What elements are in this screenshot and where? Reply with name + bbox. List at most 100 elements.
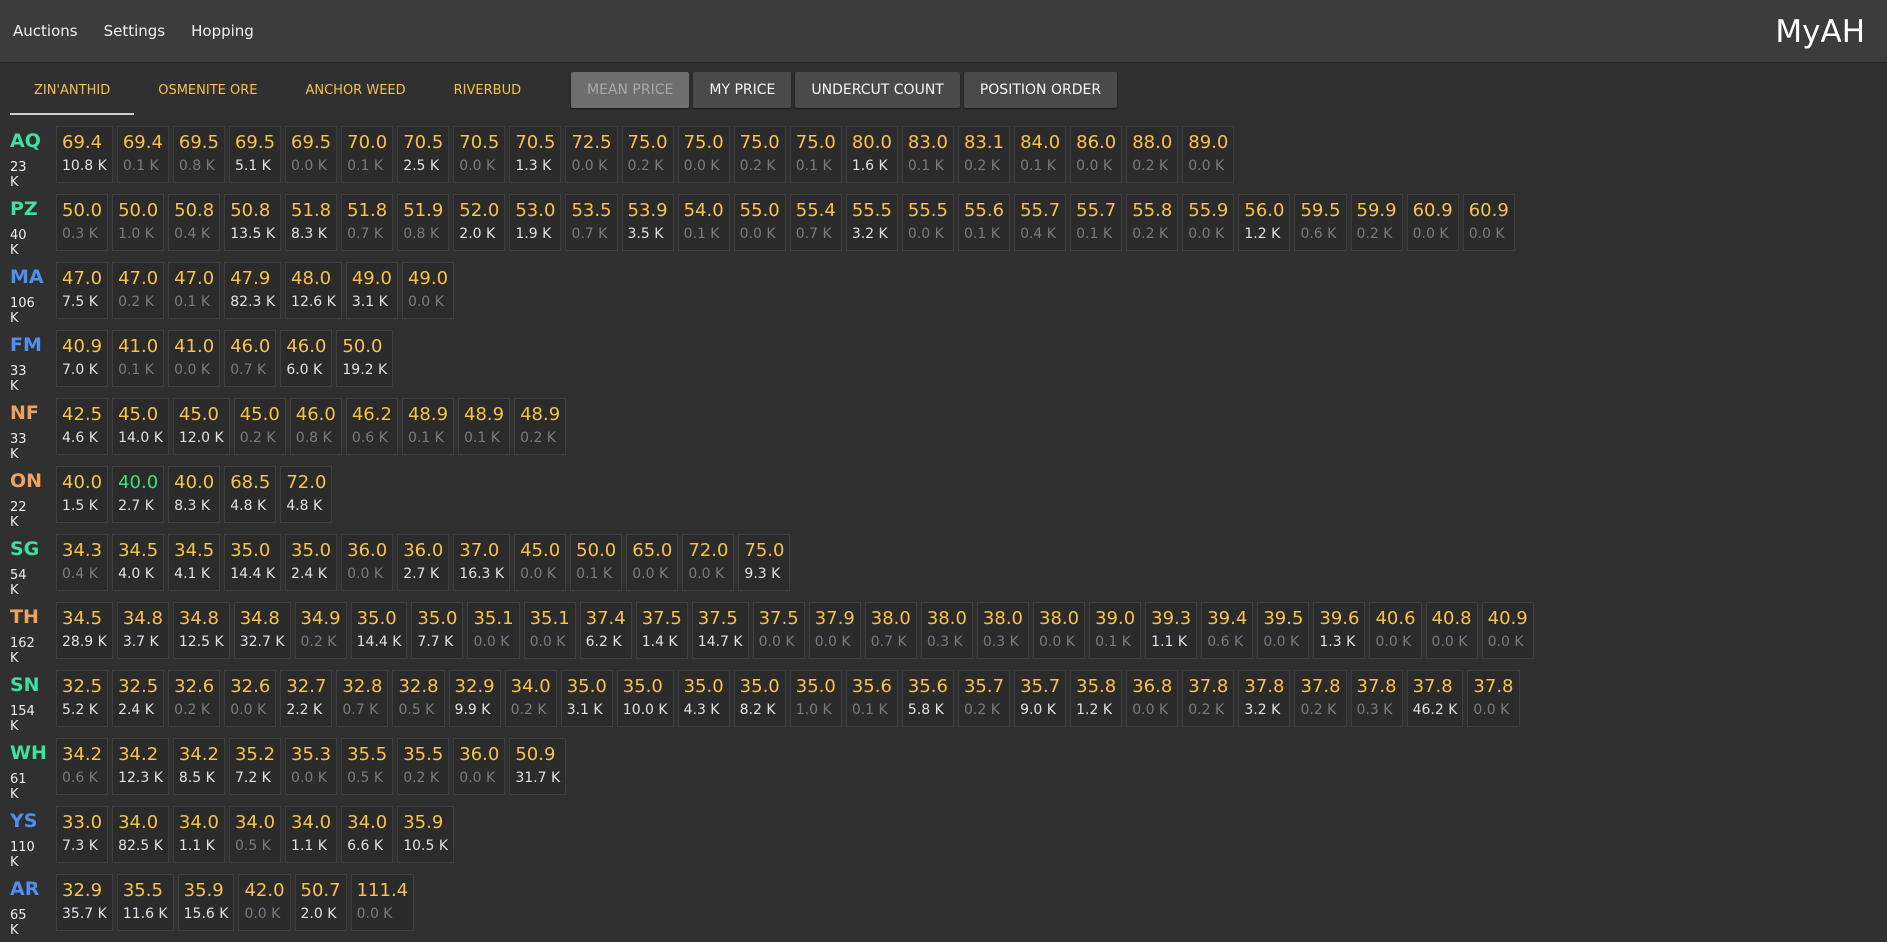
price-cell[interactable]: 50.7 2.0 K [294,874,347,931]
price-cell[interactable]: 80.0 1.6 K [845,126,898,183]
realm-code[interactable]: AR [10,878,39,900]
price-cell[interactable]: 38.0 0.3 K [976,602,1029,659]
price-cell[interactable]: 83.0 0.1 K [901,126,954,183]
price-cell[interactable]: 51.8 8.3 K [285,194,338,251]
price-cell[interactable]: 49.0 0.0 K [401,262,455,319]
price-cell[interactable]: 50.9 31.7 K [509,738,567,795]
price-cell[interactable]: 55.8 0.2 K [1126,194,1179,251]
price-cell[interactable]: 40.9 7.0 K [56,330,109,387]
price-cell[interactable]: 38.0 0.3 K [920,602,973,659]
mean-price-button[interactable]: MEAN PRICE [571,72,690,108]
price-cell[interactable]: 34.2 8.5 K [172,738,225,795]
price-cell[interactable]: 41.0 0.0 K [168,330,221,387]
price-cell[interactable]: 35.0 2.4 K [285,534,338,591]
price-cell[interactable]: 50.8 13.5 K [224,194,282,251]
realm-code[interactable]: PZ [10,198,38,220]
price-cell[interactable]: 39.3 1.1 K [1145,602,1198,659]
price-cell[interactable]: 39.4 0.6 K [1201,602,1254,659]
price-cell[interactable]: 35.5 0.2 K [397,738,450,795]
price-cell[interactable]: 88.0 0.2 K [1126,126,1179,183]
realm-code[interactable]: SG [10,538,39,560]
realm-code[interactable]: AQ [10,130,41,152]
price-cell[interactable]: 51.8 0.7 K [341,194,394,251]
price-cell[interactable]: 53.0 1.9 K [509,194,562,251]
price-cell[interactable]: 34.8 12.5 K [172,602,230,659]
price-cell[interactable]: 35.0 14.4 K [350,602,408,659]
price-cell[interactable]: 60.9 0.0 K [1406,194,1459,251]
price-cell[interactable]: 32.8 0.7 K [336,670,389,727]
price-cell[interactable]: 34.3 0.4 K [56,534,109,591]
price-cell[interactable]: 48.9 0.1 K [458,398,511,455]
price-cell[interactable]: 35.1 0.0 K [467,602,520,659]
price-cell[interactable]: 34.2 12.3 K [112,738,169,795]
price-cell[interactable]: 35.1 0.0 K [523,602,576,659]
price-cell[interactable]: 60.9 0.0 K [1462,194,1515,251]
price-cell[interactable]: 89.0 0.0 K [1182,126,1235,183]
price-cell[interactable]: 75.0 0.0 K [677,126,730,183]
realm-code[interactable]: FM [10,334,42,356]
price-cell[interactable]: 37.0 16.3 K [453,534,511,591]
price-cell[interactable]: 35.6 0.1 K [845,670,898,727]
price-cell[interactable]: 53.9 3.5 K [621,194,674,251]
price-cell[interactable]: 34.0 0.2 K [504,670,557,727]
price-cell[interactable]: 69.5 0.0 K [285,126,338,183]
price-cell[interactable]: 55.6 0.1 K [957,194,1011,251]
price-cell[interactable]: 32.5 5.2 K [56,670,109,727]
price-cell[interactable]: 35.0 7.7 K [411,602,464,659]
price-cell[interactable]: 111.4 0.0 K [350,874,415,931]
price-cell[interactable]: 40.6 0.0 K [1369,602,1422,659]
price-cell[interactable]: 46.0 6.0 K [280,330,333,387]
price-cell[interactable]: 55.7 0.4 K [1014,194,1067,251]
menu-auctions[interactable]: Auctions [13,22,78,40]
price-cell[interactable]: 40.0 2.7 K [112,466,165,523]
price-cell[interactable]: 35.0 8.2 K [733,670,786,727]
price-cell[interactable]: 70.5 1.3 K [509,126,562,183]
realm-code[interactable]: TH [10,606,39,628]
price-cell[interactable]: 55.9 0.0 K [1182,194,1235,251]
price-cell[interactable]: 35.5 11.6 K [116,874,174,931]
price-cell[interactable]: 51.9 0.8 K [397,194,450,251]
price-cell[interactable]: 37.5 0.0 K [752,602,805,659]
menu-hopping[interactable]: Hopping [191,22,254,40]
price-cell[interactable]: 34.5 4.0 K [112,534,165,591]
price-cell[interactable]: 35.0 3.1 K [560,670,613,727]
price-cell[interactable]: 34.5 4.1 K [168,534,221,591]
price-cell[interactable]: 34.0 1.1 K [172,806,225,863]
undercut-count-button[interactable]: UNDERCUT COUNT [795,72,960,108]
position-order-button[interactable]: POSITION ORDER [963,72,1118,108]
price-cell[interactable]: 69.5 0.8 K [172,126,225,183]
price-cell[interactable]: 32.5 2.4 K [112,670,165,727]
price-cell[interactable]: 42.0 0.0 K [238,874,291,931]
price-cell[interactable]: 38.0 0.0 K [1033,602,1086,659]
price-cell[interactable]: 72.0 4.8 K [280,466,333,523]
price-cell[interactable]: 32.6 0.0 K [224,670,277,727]
price-cell[interactable]: 50.0 0.3 K [56,194,109,251]
price-cell[interactable]: 40.9 0.0 K [1481,602,1534,659]
price-cell[interactable]: 50.8 0.4 K [168,194,221,251]
price-cell[interactable]: 75.0 0.1 K [789,126,842,183]
price-cell[interactable]: 50.0 19.2 K [336,330,394,387]
price-cell[interactable]: 40.8 0.0 K [1425,602,1478,659]
price-cell[interactable]: 33.0 7.3 K [56,806,109,863]
price-cell[interactable]: 41.0 0.1 K [112,330,165,387]
price-cell[interactable]: 47.9 82.3 K [224,262,282,319]
price-cell[interactable]: 46.0 0.7 K [224,330,277,387]
price-cell[interactable]: 39.6 1.3 K [1313,602,1366,659]
price-cell[interactable]: 34.2 0.6 K [56,738,109,795]
price-cell[interactable]: 55.4 0.7 K [789,194,842,251]
price-cell[interactable]: 35.0 4.3 K [677,670,730,727]
price-cell[interactable]: 48.9 0.2 K [514,398,567,455]
price-cell[interactable]: 32.9 9.9 K [448,670,501,727]
price-cell[interactable]: 83.1 0.2 K [957,126,1011,183]
price-cell[interactable]: 45.0 12.0 K [172,398,230,455]
price-cell[interactable]: 56.0 1.2 K [1238,194,1291,251]
price-cell[interactable]: 35.7 0.2 K [957,670,1011,727]
price-cell[interactable]: 72.0 0.0 K [682,534,735,591]
price-cell[interactable]: 35.6 5.8 K [901,670,954,727]
price-cell[interactable]: 35.9 10.5 K [397,806,455,863]
price-cell[interactable]: 69.4 10.8 K [56,126,113,183]
price-cell[interactable]: 55.5 0.0 K [901,194,954,251]
price-cell[interactable]: 75.0 0.2 K [733,126,786,183]
price-cell[interactable]: 68.5 4.8 K [224,466,277,523]
price-cell[interactable]: 34.9 0.2 K [294,602,347,659]
